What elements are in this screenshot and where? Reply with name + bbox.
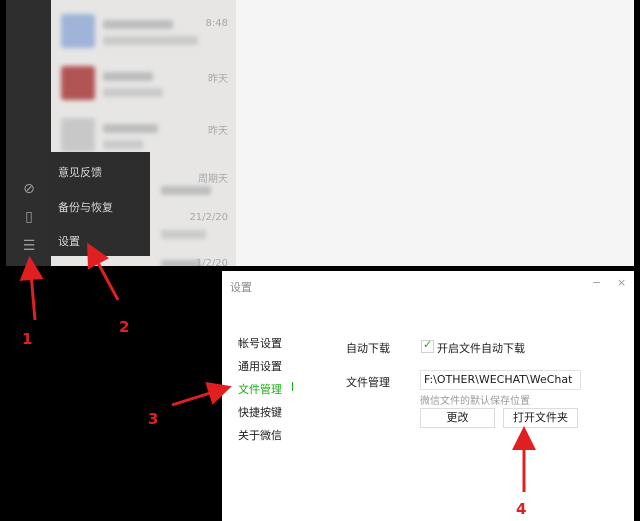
chat-time: 21/2/20 bbox=[189, 212, 228, 223]
open-folder-button[interactable]: 打开文件夹 bbox=[503, 408, 578, 428]
active-indicator bbox=[292, 382, 293, 391]
auto-download-checkbox[interactable]: ✓ bbox=[421, 338, 434, 353]
nav-item-general[interactable]: 通用设置 bbox=[238, 358, 282, 374]
popup-menu: 意见反馈 备份与恢复 设置 bbox=[50, 152, 150, 256]
list-item[interactable]: 8:48 bbox=[51, 6, 236, 58]
annotation-number-3: 3 bbox=[148, 410, 159, 428]
menu-item-backup[interactable]: 备份与恢复 bbox=[58, 199, 113, 215]
chat-time: 8:48 bbox=[205, 18, 228, 29]
nav-item-about[interactable]: 关于微信 bbox=[238, 427, 282, 443]
path-hint: 微信文件的默认保存位置 bbox=[420, 396, 530, 407]
auto-download-label: 自动下载 bbox=[346, 342, 390, 355]
avatar bbox=[61, 14, 95, 48]
chat-time: 昨天 bbox=[208, 126, 228, 137]
window-title: 设置 bbox=[230, 281, 252, 294]
chat-time: 周期天 bbox=[198, 174, 228, 185]
menu-icon[interactable]: ☰ bbox=[20, 237, 38, 255]
file-management-label: 文件管理 bbox=[346, 376, 390, 389]
settings-nav: 帐号设置 通用设置 文件管理 快捷按键 关于微信 bbox=[222, 301, 292, 521]
mini-program-icon[interactable]: ⊘ bbox=[20, 180, 38, 198]
auto-download-option[interactable]: 开启文件自动下载 bbox=[437, 340, 525, 356]
menu-item-settings[interactable]: 设置 bbox=[58, 233, 80, 249]
annotation-number-1: 1 bbox=[22, 330, 33, 348]
settings-window: 设置 − × 帐号设置 通用设置 文件管理 快捷按键 关于微信 自动下载 ✓ 开… bbox=[222, 271, 634, 521]
arrow-1 bbox=[19, 256, 44, 321]
chat-area bbox=[236, 0, 634, 266]
annotation-number-4: 4 bbox=[516, 500, 527, 518]
chat-time: 1/2/20 bbox=[195, 258, 228, 266]
arrow-3 bbox=[171, 381, 232, 407]
minimize-button[interactable]: − bbox=[592, 276, 601, 289]
chat-time: 昨天 bbox=[208, 74, 228, 85]
sidebar: ⊘ ▯ ☰ bbox=[6, 0, 51, 266]
phone-icon[interactable]: ▯ bbox=[20, 208, 38, 226]
check-icon: ✓ bbox=[423, 338, 433, 351]
avatar bbox=[61, 66, 95, 100]
list-item[interactable]: 昨天 bbox=[51, 58, 236, 110]
change-button[interactable]: 更改 bbox=[420, 408, 495, 428]
nav-item-shortcuts[interactable]: 快捷按键 bbox=[238, 404, 282, 420]
save-path-field[interactable]: F:\OTHER\WECHAT\WeChat bbox=[420, 370, 581, 390]
close-button[interactable]: × bbox=[617, 276, 626, 289]
avatar bbox=[61, 118, 95, 152]
nav-item-account[interactable]: 帐号设置 bbox=[238, 335, 282, 351]
nav-item-file-management[interactable]: 文件管理 bbox=[238, 381, 282, 397]
menu-item-feedback[interactable]: 意见反馈 bbox=[58, 164, 102, 180]
annotation-number-2: 2 bbox=[119, 318, 130, 336]
